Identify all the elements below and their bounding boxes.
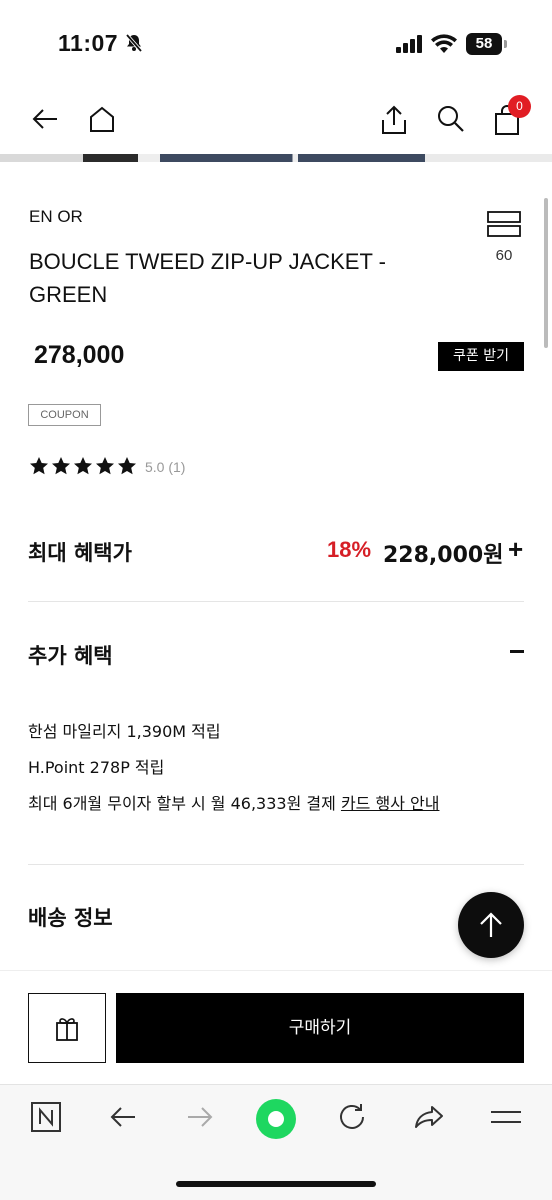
size-guide-icon[interactable] (486, 210, 522, 243)
arrow-up-icon (480, 912, 502, 937)
gift-button[interactable] (28, 993, 106, 1063)
menu-icon[interactable] (490, 1108, 522, 1133)
star-icon (118, 457, 136, 475)
star-icon (52, 457, 70, 475)
home-indicator (176, 1181, 376, 1187)
naver-n-icon[interactable] (30, 1101, 62, 1138)
brand-name[interactable]: EN OR (29, 207, 83, 227)
benefit-price: 228,000원 (383, 543, 504, 568)
star-icon (74, 457, 92, 475)
home-icon[interactable] (88, 104, 116, 139)
bell-muted-icon (124, 33, 144, 58)
hpoint-line: H.Point 278P 적립 (28, 758, 165, 777)
discount-percent: 18% (327, 537, 372, 562)
scroll-top-button[interactable] (458, 892, 524, 958)
green-dot-icon[interactable] (255, 1098, 297, 1145)
divider (28, 864, 524, 865)
scrollbar[interactable] (544, 198, 548, 348)
rating-score[interactable]: 5.0 (1) (145, 459, 185, 475)
installment-line: 최대 6개월 무이자 할부 시 월 46,333원 결제 카드 행사 안내 (28, 790, 439, 814)
size-count: 60 (495, 247, 513, 264)
status-bar: 11:07 58 (0, 0, 552, 88)
get-coupon-button[interactable]: 쿠폰 받기 (438, 342, 524, 371)
share-icon[interactable] (380, 104, 408, 141)
browser-back-icon[interactable] (108, 1101, 138, 1138)
max-benefit-label: 최대 혜택가 (28, 541, 132, 565)
divider (28, 601, 524, 602)
star-icon (30, 457, 48, 475)
wifi-icon (431, 34, 457, 59)
mileage-line: 한섬 마일리지 1,390M 적립 (28, 722, 221, 741)
back-arrow-icon[interactable] (30, 104, 60, 139)
installment-text: 최대 6개월 무이자 할부 시 월 46,333원 결제 (28, 794, 336, 813)
search-icon[interactable] (436, 104, 466, 139)
status-time: 11:07 (58, 30, 119, 56)
buy-button[interactable]: 구매하기 (116, 993, 524, 1063)
product-price: 278,000 (34, 341, 125, 369)
product-title: BOUCLE TWEED ZIP-UP JACKET - GREEN (29, 249, 386, 307)
gift-icon (56, 1018, 78, 1041)
signal-icon (396, 35, 424, 58)
battery-icon: 58 (466, 33, 507, 55)
refresh-icon[interactable] (337, 1101, 367, 1138)
cart-count-badge: 0 (508, 95, 531, 118)
shipping-info-label[interactable]: 배송 정보 (28, 902, 113, 932)
coupon-tag: COUPON (28, 404, 101, 426)
star-icon (96, 457, 114, 475)
card-event-link[interactable]: 카드 행사 안내 (341, 794, 440, 813)
browser-forward-icon[interactable] (185, 1101, 215, 1138)
share-arrow-icon[interactable] (413, 1101, 445, 1138)
collapse-minus-icon[interactable] (510, 650, 524, 653)
top-nav (0, 88, 552, 156)
extra-benefits-label: 추가 혜택 (28, 644, 113, 668)
product-image-edge (0, 154, 552, 162)
expand-benefit-button[interactable]: + (508, 534, 523, 565)
rating-stars[interactable] (29, 456, 137, 476)
